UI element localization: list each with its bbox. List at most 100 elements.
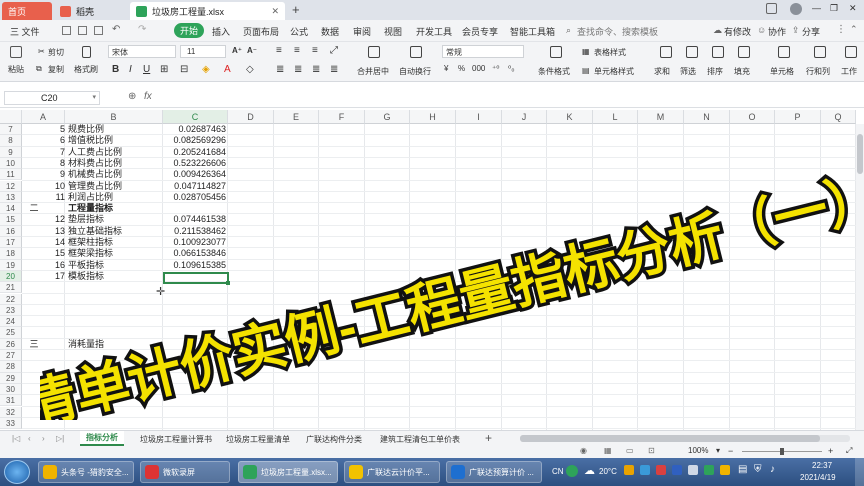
cell-b[interactable] xyxy=(68,305,162,316)
cell-a[interactable] xyxy=(22,395,46,406)
cell-c[interactable] xyxy=(163,339,226,350)
collab-button[interactable]: 协作 xyxy=(768,25,786,38)
align-top-icon[interactable]: ≡ xyxy=(276,45,282,56)
worksheet-button[interactable]: 工作 xyxy=(841,66,857,77)
column-header-n[interactable]: N xyxy=(684,110,730,124)
cell-a-number[interactable]: 17 xyxy=(45,271,65,282)
cell-c[interactable]: 0.109615385 xyxy=(163,260,226,271)
cell-b[interactable]: 增值税比例 xyxy=(68,135,162,146)
horizontal-scrollbar[interactable] xyxy=(520,435,850,442)
filter-button[interactable]: 筛选 xyxy=(680,66,696,77)
taskbar-item-glodon-cloud[interactable]: 广联达云计价平... xyxy=(344,461,440,483)
row-header[interactable]: 25 xyxy=(0,327,22,339)
sheet-tab-unit-price[interactable]: 建筑工程清包工单价表 xyxy=(380,434,460,445)
cell-c[interactable] xyxy=(163,203,226,214)
cell-a[interactable] xyxy=(22,135,46,146)
zoom-menu-icon[interactable]: ▾ xyxy=(716,446,720,455)
underline-icon[interactable]: U xyxy=(143,64,150,75)
cell-a-number[interactable] xyxy=(45,294,65,305)
clock-date[interactable]: 2021/4/19 xyxy=(800,473,836,482)
merge-center-button[interactable]: 合并居中 xyxy=(357,66,389,77)
row-header[interactable]: 9 xyxy=(0,146,22,158)
column-header-m[interactable]: M xyxy=(638,110,684,124)
zoom-out-icon[interactable]: − xyxy=(728,446,733,456)
cell-c[interactable] xyxy=(163,373,226,384)
taskbar-item-browser[interactable]: 头条号 -猎豹安全... xyxy=(38,461,134,483)
close-tab-icon[interactable]: ✕ xyxy=(271,6,279,17)
taskbar-item-workbook[interactable]: 垃圾房工程量.xlsx... xyxy=(238,461,338,483)
table-style-button[interactable]: 表格样式 xyxy=(594,47,626,58)
cell-a-number[interactable] xyxy=(45,282,65,293)
row-header[interactable]: 27 xyxy=(0,350,22,362)
align-center-icon[interactable]: ≣ xyxy=(294,64,302,75)
view-page-icon[interactable]: ▦ xyxy=(604,446,612,455)
cell-a-number[interactable]: 8 xyxy=(45,158,65,169)
tab-insert[interactable]: 插入 xyxy=(212,25,230,38)
horizontal-scroll-thumb[interactable] xyxy=(520,435,820,442)
maximize-button[interactable]: ❐ xyxy=(830,3,838,14)
redo-icon[interactable]: ↷ xyxy=(138,24,146,35)
cell-c[interactable]: 0.100923077 xyxy=(163,237,226,248)
wps-tray-icon[interactable] xyxy=(566,465,578,477)
cell-a[interactable] xyxy=(22,282,46,293)
tab-workbook[interactable]: 垃圾房工程量.xlsx ✕ xyxy=(130,2,285,20)
currency-icon[interactable]: ¥ xyxy=(444,64,448,73)
tray-app-icon[interactable] xyxy=(624,465,634,475)
vertical-scroll-thumb[interactable] xyxy=(857,134,863,174)
sort-icon[interactable] xyxy=(712,46,724,58)
print-icon[interactable] xyxy=(78,26,87,35)
cell-b[interactable] xyxy=(68,384,162,395)
cell-b[interactable] xyxy=(68,407,162,418)
cell-a-number[interactable] xyxy=(45,350,65,361)
zoom-in-icon[interactable]: + xyxy=(828,446,833,456)
chevron-down-icon[interactable]: ▾ xyxy=(92,93,96,101)
cell-a[interactable] xyxy=(22,271,46,282)
prev-sheet-icon[interactable]: ‹ xyxy=(28,434,31,443)
vertical-scrollbar[interactable] xyxy=(856,124,864,430)
cell-c[interactable] xyxy=(163,350,226,361)
cell-a-number[interactable] xyxy=(45,305,65,316)
column-header-a[interactable]: A xyxy=(22,110,65,124)
row-header[interactable]: 10 xyxy=(0,157,22,170)
close-window-button[interactable]: ✕ xyxy=(849,3,857,14)
row-header[interactable]: 15 xyxy=(0,214,22,226)
row-header[interactable]: 24 xyxy=(0,316,22,328)
row-header[interactable]: 29 xyxy=(0,372,22,384)
cell-c[interactable]: 0.009426364 xyxy=(163,169,226,180)
cell-b[interactable]: 独立基础指标 xyxy=(68,226,162,237)
italic-icon[interactable]: I xyxy=(129,64,132,75)
format-painter-button[interactable]: 格式刷 xyxy=(74,64,98,75)
format-painter-icon[interactable] xyxy=(82,46,91,58)
column-header-f[interactable]: F xyxy=(319,110,365,124)
cell-a-number[interactable]: 14 xyxy=(45,237,65,248)
shrink-font-icon[interactable]: A⁻ xyxy=(247,46,257,55)
merge-cells-icon[interactable]: ⊟ xyxy=(180,64,188,75)
column-header-p[interactable]: P xyxy=(775,110,821,124)
cell-style-button[interactable]: 单元格样式 xyxy=(594,66,634,77)
bold-icon[interactable]: B xyxy=(112,64,119,75)
cell-c[interactable] xyxy=(163,327,226,338)
add-sheet-icon[interactable]: + xyxy=(485,431,492,445)
input-language[interactable]: CN xyxy=(552,467,564,476)
cell-b[interactable]: 工程量指标 xyxy=(68,203,162,214)
fill-icon[interactable] xyxy=(738,46,750,58)
cell-c[interactable]: 0.523226606 xyxy=(163,158,226,169)
increase-decimal-icon[interactable]: ⁺⁰ xyxy=(492,64,499,73)
next-sheet-icon[interactable]: › xyxy=(42,434,45,443)
cell-b[interactable]: 材料费占比例 xyxy=(68,158,162,169)
column-header-l[interactable]: L xyxy=(593,110,638,124)
font-color-icon[interactable]: A xyxy=(224,64,231,75)
row-header[interactable]: 20 xyxy=(0,270,22,283)
merge-center-icon[interactable] xyxy=(368,46,380,58)
cell-icon[interactable] xyxy=(778,46,790,58)
row-col-button[interactable]: 行和列 xyxy=(806,66,830,77)
cell-a-number[interactable]: 15 xyxy=(45,248,65,259)
row-header[interactable]: 19 xyxy=(0,259,22,271)
taskbar-item-recorder[interactable]: 微软录屏 xyxy=(140,461,230,483)
column-header-d[interactable]: D xyxy=(228,110,274,124)
cell-a-number[interactable]: 5 xyxy=(45,124,65,135)
cell-b[interactable]: 框架柱指标 xyxy=(68,237,162,248)
cell-a-number[interactable]: 16 xyxy=(45,260,65,271)
zoom-level[interactable]: 100% xyxy=(688,446,708,455)
column-header-c[interactable]: C xyxy=(163,110,228,124)
